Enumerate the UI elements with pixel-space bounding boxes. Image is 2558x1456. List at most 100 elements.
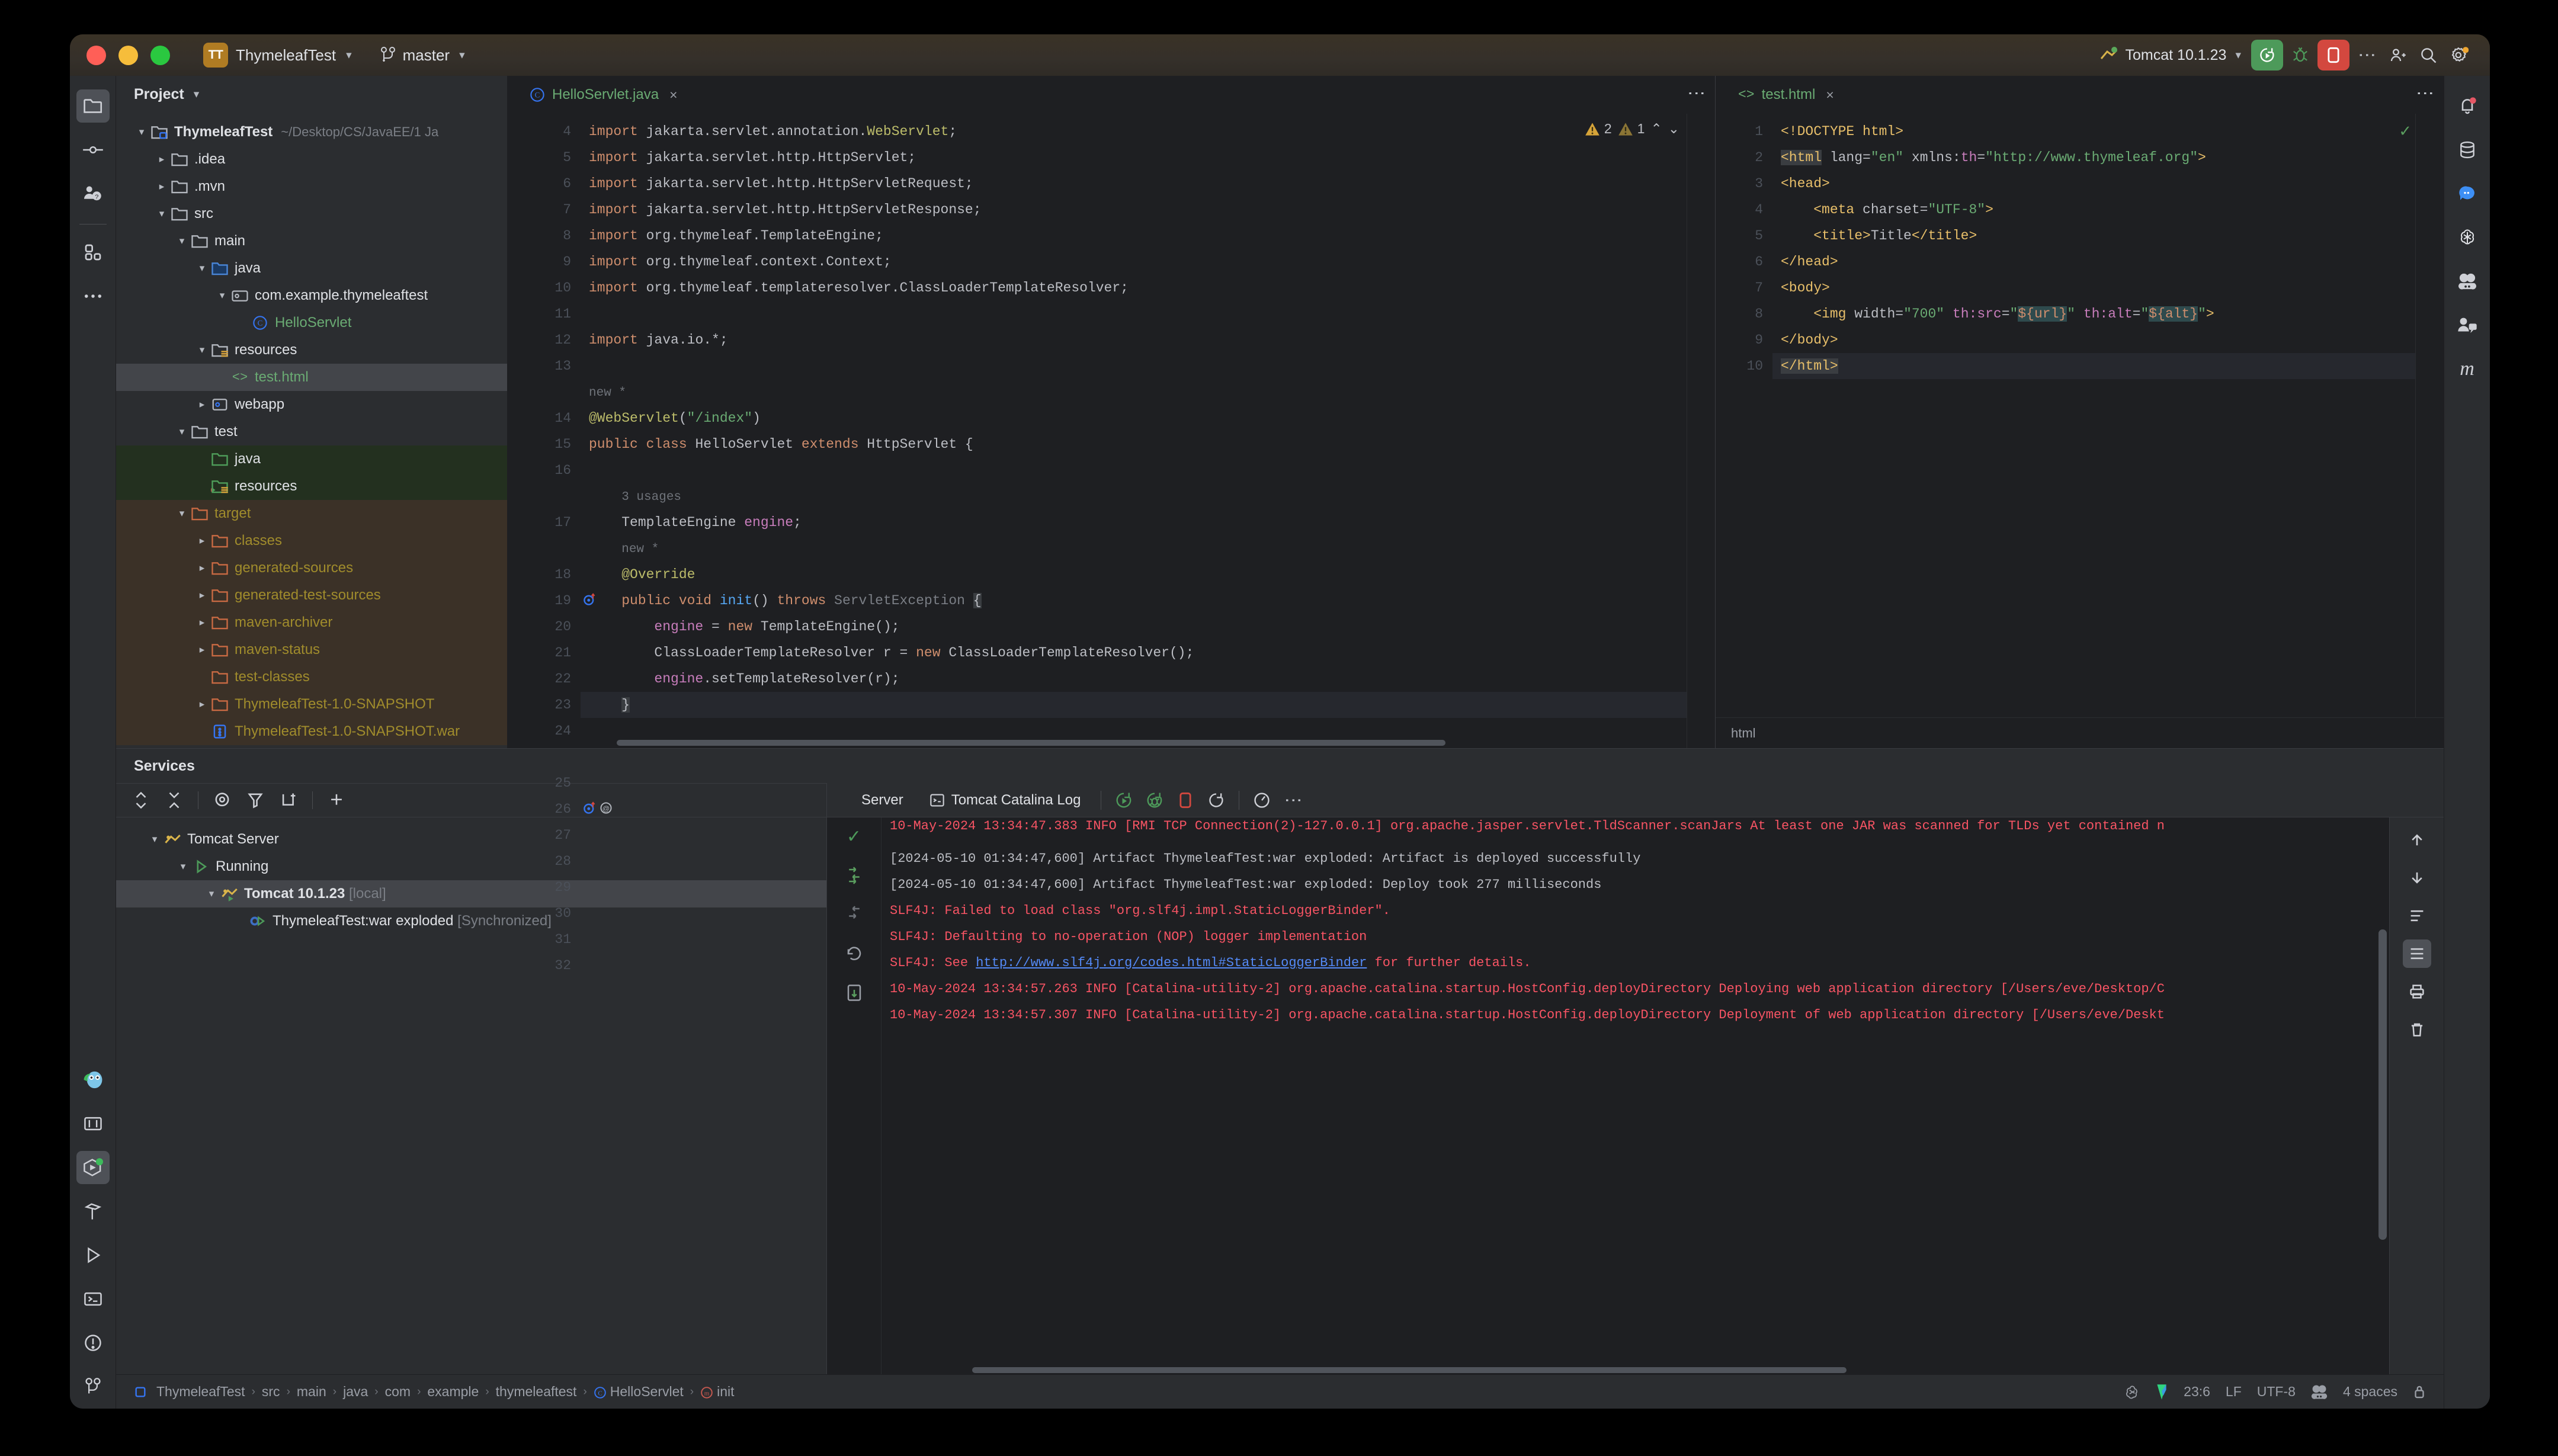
stop-button[interactable] <box>2317 40 2349 70</box>
gutter-line[interactable]: 15 <box>507 431 581 457</box>
rerun-circle-icon[interactable] <box>841 941 867 967</box>
maximize-window-button[interactable] <box>150 45 170 65</box>
database-icon[interactable] <box>2451 133 2484 166</box>
code-line[interactable]: } <box>581 692 1715 718</box>
java-gutter[interactable]: 4 5 6 7 8 9 10 11 12 13 14 15 16 17 18 19 20 21 22 23 24 25 @2… <box>507 114 612 973</box>
chevron-right-icon[interactable]: ▸ <box>154 181 169 193</box>
gutter-line[interactable] <box>507 535 581 562</box>
tree-node[interactable]: ▾ main <box>116 227 507 255</box>
tree-node[interactable]: ▸ webapp <box>116 391 507 418</box>
code-line[interactable]: </html> <box>1772 353 2444 379</box>
tab-test-html[interactable]: <> test.html × <box>1729 76 1844 114</box>
collaborate-icon[interactable] <box>2451 309 2484 342</box>
maven-icon[interactable]: m <box>2451 352 2484 386</box>
sidebar-item-version-control[interactable] <box>76 1370 110 1403</box>
html-code-text[interactable]: <!DOCTYPE html> <html lang="en" xmlns:th=… <box>1772 114 2444 717</box>
add-service-icon[interactable] <box>321 785 352 816</box>
breadcrumb-item[interactable]: m init <box>697 1384 738 1400</box>
code-line[interactable]: import jakarta.servlet.http.HttpServletR… <box>581 197 1715 223</box>
code-line[interactable]: import org.thymeleaf.templateresolver.Cl… <box>581 275 1715 301</box>
gutter-line[interactable]: 6 <box>1716 249 1772 275</box>
lock-icon[interactable] <box>2413 1384 2426 1400</box>
code-line[interactable]: public void init() throws ServletExcepti… <box>581 588 1715 614</box>
gutter-line[interactable]: 1 <box>1716 118 1772 145</box>
code-line[interactable]: </body> <box>1772 327 2444 353</box>
code-line[interactable]: public class HelloServlet extends HttpSe… <box>581 431 1715 457</box>
rerun-debug-icon[interactable] <box>1139 785 1170 816</box>
project-selector[interactable]: TT ThymeleafTest ▾ <box>203 43 352 68</box>
tree-node[interactable]: ▾ test <box>116 418 507 445</box>
gutter-line[interactable]: 7 <box>507 197 581 223</box>
chevron-down-icon[interactable]: ▾ <box>154 208 169 220</box>
code-line[interactable]: import org.thymeleaf.TemplateEngine; <box>581 223 1715 249</box>
code-line[interactable]: <head> <box>1772 171 2444 197</box>
code-line[interactable]: @Override <box>581 562 1715 588</box>
sidebar-item-more-tool-windows[interactable] <box>76 280 110 313</box>
step-into-icon[interactable] <box>841 902 867 928</box>
scroll-down-icon[interactable] <box>2403 864 2431 892</box>
code-line[interactable]: TemplateEngine engine; <box>581 509 1715 535</box>
chevron-down-icon[interactable]: ▾ <box>204 888 219 900</box>
scroll-up-icon[interactable] <box>2403 826 2431 854</box>
chevron-right-icon[interactable]: ▸ <box>194 589 210 601</box>
close-icon[interactable]: × <box>669 87 677 103</box>
gutter-line[interactable]: 2 <box>1716 145 1772 171</box>
breadcrumb-item[interactable]: java <box>339 1384 371 1400</box>
gutter-line[interactable]: 20 <box>507 614 581 640</box>
code-line[interactable]: ClassLoaderTemplateResolver r = new Clas… <box>581 640 1715 666</box>
html-code-area[interactable]: 1 2 3 4 5 6 7 8 9 10 <!DOCTYPE html> <html lang="e… <box>1716 114 2444 717</box>
gutter-line[interactable]: 5 <box>1716 223 1772 249</box>
code-line[interactable]: <meta charset="UTF-8"> <box>1772 197 2444 223</box>
notifications-icon[interactable] <box>2451 89 2484 123</box>
code-line[interactable] <box>581 353 1715 379</box>
print-icon[interactable] <box>2403 977 2431 1006</box>
gutter-line[interactable]: 6 <box>507 171 581 197</box>
code-line[interactable]: import jakarta.servlet.http.HttpServletR… <box>581 171 1715 197</box>
minimize-window-button[interactable] <box>118 45 138 65</box>
chevron-down-icon[interactable]: ▾ <box>174 426 190 438</box>
tree-node[interactable]: test-classes <box>116 663 507 691</box>
debug-button[interactable] <box>2285 40 2316 70</box>
tree-node[interactable]: ▸ .mvn <box>116 173 507 200</box>
sidebar-item-problems[interactable] <box>76 1326 110 1359</box>
service-node[interactable]: ▾ Tomcat 10.1.23 [local] <box>116 880 826 907</box>
tree-node[interactable]: resources <box>116 473 507 500</box>
breadcrumb-item[interactable]: main <box>293 1384 330 1400</box>
code-line[interactable]: </head> <box>1772 249 2444 275</box>
threaddump-icon[interactable] <box>1246 785 1277 816</box>
sidebar-item-run[interactable] <box>76 1239 110 1272</box>
gutter-line[interactable]: @26 <box>507 796 612 822</box>
chat-icon[interactable] <box>2451 177 2484 210</box>
gutter-line[interactable]: 18 <box>507 562 581 588</box>
override-gutter-icon[interactable]: @ <box>600 801 613 814</box>
chevron-right-icon[interactable]: ▸ <box>154 153 169 165</box>
code-line[interactable]: <img width="700" th:src="${url}" th:alt=… <box>1772 301 2444 327</box>
stop-icon[interactable] <box>1170 785 1201 816</box>
sidebar-item-structure[interactable] <box>76 1107 110 1140</box>
service-node[interactable]: ▾ Running <box>116 853 826 880</box>
run-configuration-selector[interactable]: Tomcat 10.1.23 ▾ <box>2099 46 2241 65</box>
run-gutter-icon[interactable] <box>583 801 596 814</box>
chevron-down-icon[interactable]: ▾ <box>174 235 190 247</box>
codeium-icon[interactable] <box>2155 1384 2168 1400</box>
gutter-line[interactable]: 8 <box>507 223 581 249</box>
html-error-stripe[interactable] <box>2415 114 2444 717</box>
chevron-down-icon[interactable]: ▾ <box>214 290 230 302</box>
editor-options-icon[interactable]: ⋮ <box>1687 85 1706 105</box>
codeium-status-icon[interactable] <box>2451 265 2484 298</box>
tree-node[interactable]: ▾ target <box>116 500 507 527</box>
scroll-to-end-icon[interactable] <box>2402 939 2431 968</box>
breadcrumb-item[interactable]: ThymeleafTest <box>153 1384 249 1400</box>
chevron-right-icon[interactable]: ▸ <box>194 644 210 656</box>
codeium-status-icon[interactable] <box>2311 1384 2328 1400</box>
gutter-line[interactable]: 10 <box>1716 353 1772 379</box>
sidebar-item-build[interactable] <box>76 1195 110 1228</box>
console-horizontal-scrollbar[interactable] <box>881 1367 2389 1373</box>
sidebar-item-project[interactable] <box>76 89 110 123</box>
gutter-line[interactable] <box>507 483 581 509</box>
gutter-line[interactable]: 5 <box>507 145 581 171</box>
chevron-right-icon[interactable]: ▸ <box>194 399 210 410</box>
java-code-area[interactable]: 4 5 6 7 8 9 10 11 12 13 14 15 16 17 18 19 20 21 22 23 24 25 @2… <box>507 114 1715 973</box>
console-link[interactable]: http://www.slf4j.org/codes.html#StaticLo… <box>976 955 1367 970</box>
gutter-line[interactable]: 4 <box>507 118 581 145</box>
